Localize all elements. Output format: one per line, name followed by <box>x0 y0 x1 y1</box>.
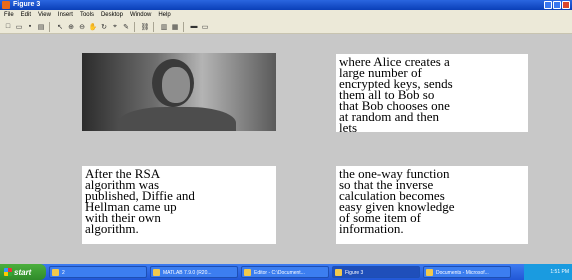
pan-icon[interactable]: ✋ <box>88 22 98 32</box>
start-label: start <box>14 267 32 277</box>
menu-view[interactable]: View <box>38 10 51 20</box>
window-title: Figure 3 <box>13 1 41 8</box>
menu-window[interactable]: Window <box>130 10 151 20</box>
new-icon[interactable]: □ <box>3 22 13 32</box>
window-controls <box>544 1 570 9</box>
figure-canvas: where Alice creates a large number of en… <box>0 34 572 264</box>
menu-file[interactable]: File <box>4 10 14 20</box>
window-titlebar[interactable]: Figure 3 <box>0 0 572 10</box>
menu-help[interactable]: Help <box>158 10 170 20</box>
taskbar-item[interactable]: MATLAB 7.9.0 (R20... <box>150 266 238 278</box>
menu-edit[interactable]: Edit <box>21 10 31 20</box>
system-tray-clock: 1:51 PM <box>524 264 572 280</box>
toolbar-separator <box>134 21 139 32</box>
datacursor-icon[interactable]: ⌖ <box>110 22 120 32</box>
portrait-image <box>82 53 276 131</box>
menu-insert[interactable]: Insert <box>58 10 73 20</box>
zoom-out-icon[interactable]: ⊖ <box>77 22 87 32</box>
pointer-icon[interactable]: ↖ <box>55 22 65 32</box>
colorbar-icon[interactable]: ▥ <box>159 22 169 32</box>
menu-desktop[interactable]: Desktop <box>101 10 123 20</box>
taskbar-item[interactable]: 2 <box>49 266 147 278</box>
link-icon[interactable]: ⛓ <box>140 22 150 32</box>
text-box-top-right: where Alice creates a large number of en… <box>336 54 528 134</box>
menu-tools[interactable]: Tools <box>80 10 94 20</box>
windows-logo-icon <box>4 268 12 276</box>
hide-plot-icon[interactable]: ▬ <box>189 22 199 32</box>
print-icon[interactable]: ▤ <box>36 22 46 32</box>
rotate-icon[interactable]: ↻ <box>99 22 109 32</box>
close-button[interactable] <box>562 1 570 9</box>
figure-toolbar: □ ▭ ▪ ▤ ↖ ⊕ ⊖ ✋ ↻ ⌖ ✎ ⛓ ▥ ▦ ▬ ▭ <box>0 20 572 34</box>
toolbar-separator <box>183 21 188 32</box>
brush-icon[interactable]: ✎ <box>121 22 131 32</box>
legend-icon[interactable]: ▦ <box>170 22 180 32</box>
text-box-bottom-left: After the RSA algorithm was published, D… <box>82 166 276 244</box>
show-plot-icon[interactable]: ▭ <box>200 22 210 32</box>
taskbar-item[interactable]: Documents - Microsof... <box>423 266 511 278</box>
menu-bar: File Edit View Insert Tools Desktop Wind… <box>0 10 572 20</box>
text-box-bottom-right: the one-way function so that the inverse… <box>336 166 528 244</box>
open-icon[interactable]: ▭ <box>14 22 24 32</box>
taskbar-item[interactable]: Editor - C:\Document... <box>241 266 329 278</box>
taskbar: start 2 MATLAB 7.9.0 (R20... Editor - C:… <box>0 264 572 280</box>
minimize-button[interactable] <box>544 1 552 9</box>
photo-face <box>162 67 190 103</box>
taskbar-item[interactable]: Figure 3 <box>332 266 420 278</box>
start-button[interactable]: start <box>0 264 46 280</box>
matlab-figure-icon <box>2 1 10 9</box>
maximize-button[interactable] <box>553 1 561 9</box>
photo-shoulders <box>118 107 236 131</box>
save-icon[interactable]: ▪ <box>25 22 35 32</box>
toolbar-separator <box>49 21 54 32</box>
zoom-in-icon[interactable]: ⊕ <box>66 22 76 32</box>
toolbar-separator <box>153 21 158 32</box>
